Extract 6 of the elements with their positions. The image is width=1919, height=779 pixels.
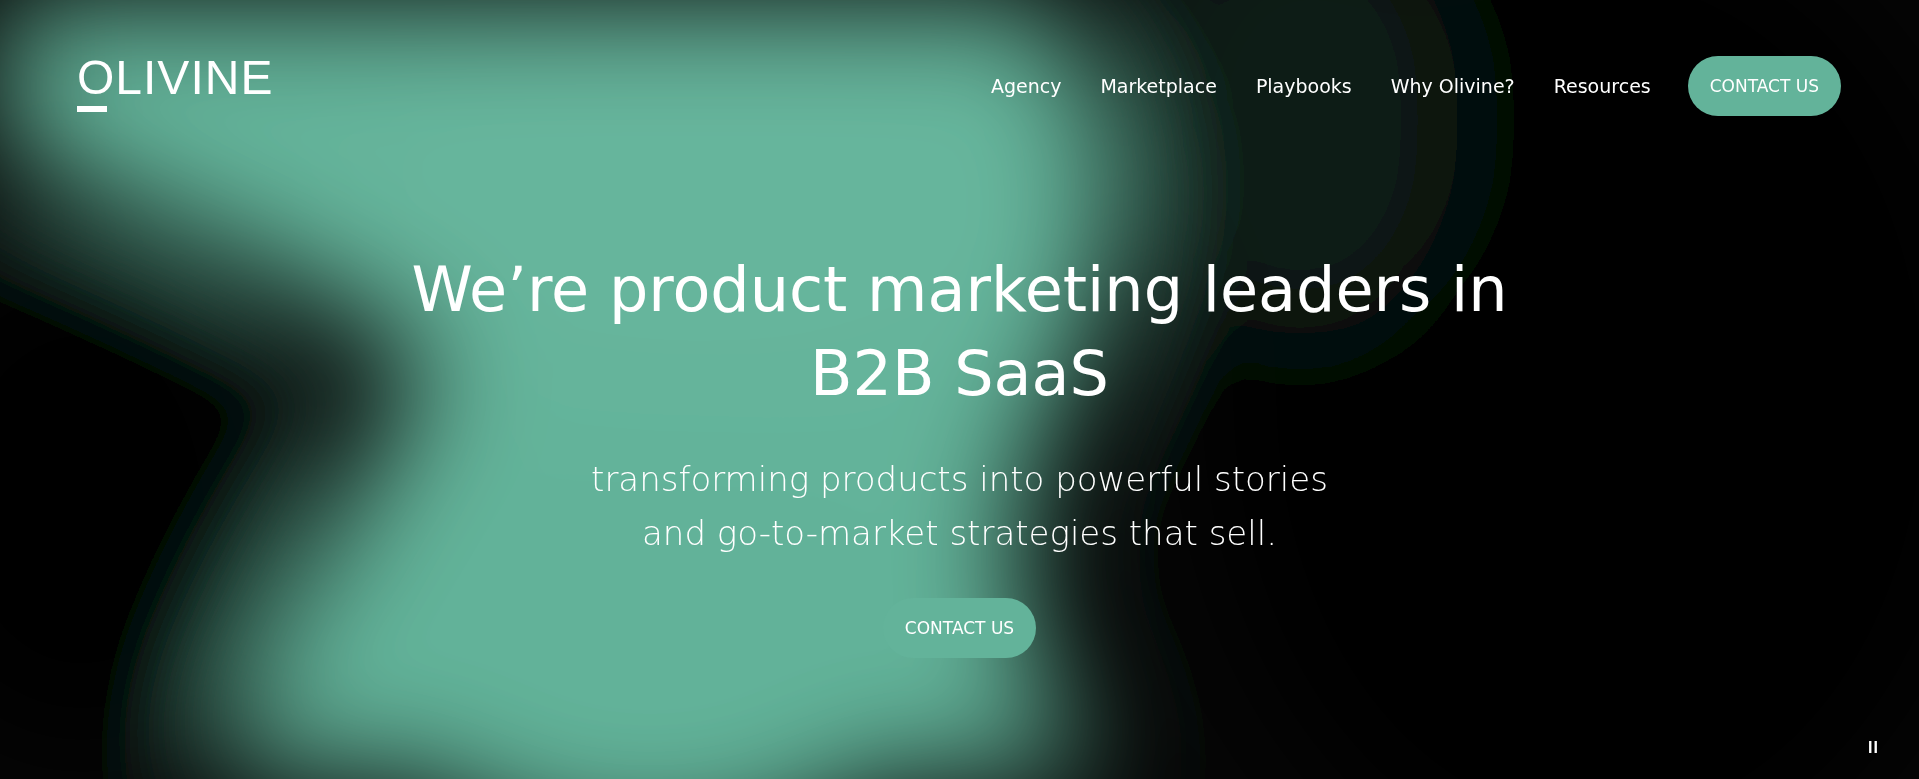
nav-link[interactable]: Playbooks [1255, 75, 1352, 97]
nav-link[interactable]: Resources [1553, 75, 1651, 97]
pause-button[interactable]: II [1868, 739, 1879, 757]
nav-link[interactable]: Why Olivine? [1390, 75, 1515, 97]
hero-subtitle: transforming products into powerful stories and go-to-market strategies that sell. [590, 458, 1329, 555]
nav-link[interactable]: Marketplace [1100, 75, 1217, 97]
